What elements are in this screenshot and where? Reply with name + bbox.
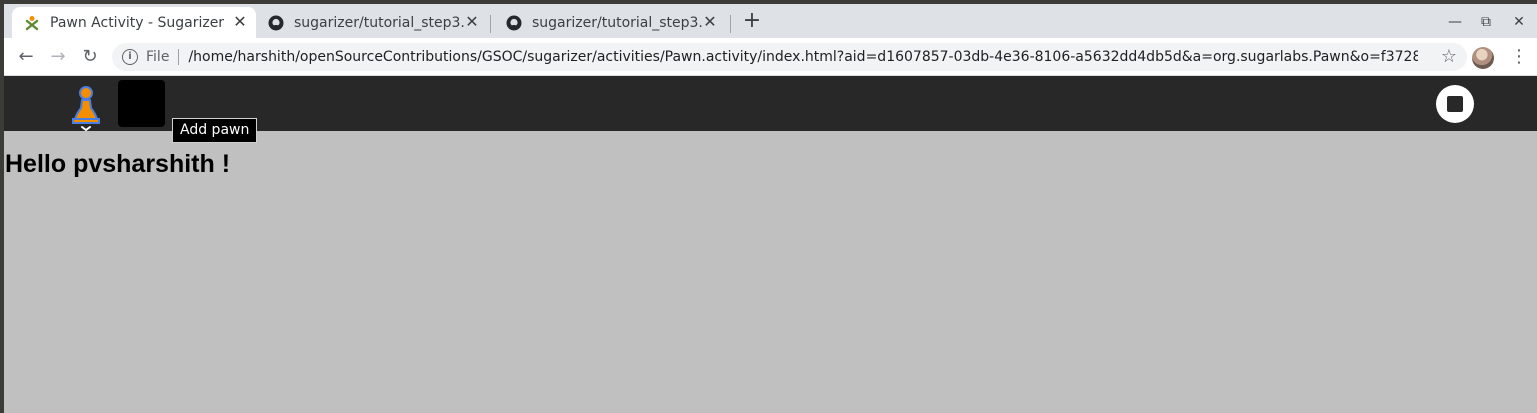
profile-avatar[interactable]: [1472, 47, 1494, 69]
pawn-icon: [72, 86, 100, 132]
add-pawn-tooltip: Add pawn: [172, 118, 258, 143]
address-bar[interactable]: i File /home/harshith/openSourceContribu…: [112, 43, 1467, 71]
chevron-down-icon: [81, 126, 91, 132]
browser-toolbar: ← → ↻ i File /home/harshith/openSourceCo…: [4, 38, 1537, 76]
new-tab-button[interactable]: +: [740, 10, 764, 34]
info-icon[interactable]: i: [122, 49, 138, 65]
back-button[interactable]: ←: [14, 45, 38, 69]
tab-pawn-activity[interactable]: Pawn Activity - Sugarizer ✕: [12, 7, 256, 38]
tab-close-icon[interactable]: ✕: [232, 14, 248, 30]
stop-button[interactable]: [1435, 84, 1475, 124]
browser-menu-icon[interactable]: ⋮: [1510, 46, 1528, 68]
greeting-heading: Hello pvsharshith !: [5, 150, 231, 178]
bookmark-star-icon[interactable]: ☆: [1441, 47, 1457, 67]
activity-page: Add pawn Hello pvsharshith !: [4, 76, 1537, 413]
tab-github-2[interactable]: sugarizer/tutorial_step3. ✕: [494, 7, 726, 38]
activity-button[interactable]: [68, 82, 104, 132]
url-text[interactable]: /home/harshith/openSourceContributions/G…: [188, 49, 1418, 65]
add-pawn-button[interactable]: [118, 80, 165, 127]
reload-button[interactable]: ↻: [78, 45, 102, 69]
github-icon: [506, 15, 522, 31]
tab-separator: [490, 15, 491, 33]
tab-strip: Pawn Activity - Sugarizer ✕ sugarizer/tu…: [4, 4, 1537, 38]
tab-title: sugarizer/tutorial_step3.: [532, 14, 703, 31]
restore-button[interactable]: ⧉: [1476, 12, 1496, 32]
window-close-button[interactable]: ✕: [1509, 12, 1529, 32]
url-scheme-label: File: [146, 49, 170, 65]
stop-icon: [1436, 85, 1474, 123]
minimize-button[interactable]: —: [1445, 12, 1465, 32]
tab-separator: [730, 15, 731, 33]
sugarizer-icon: [24, 15, 40, 31]
tab-close-icon[interactable]: ✕: [702, 14, 718, 30]
url-separator: [178, 49, 180, 65]
browser-window: Pawn Activity - Sugarizer ✕ sugarizer/tu…: [4, 4, 1537, 413]
forward-button[interactable]: →: [46, 45, 70, 69]
github-icon: [268, 15, 284, 31]
tab-title: Pawn Activity - Sugarizer: [50, 14, 225, 31]
tab-title: sugarizer/tutorial_step3.: [294, 14, 465, 31]
tab-close-icon[interactable]: ✕: [464, 14, 480, 30]
tab-github-1[interactable]: sugarizer/tutorial_step3. ✕: [256, 7, 488, 38]
